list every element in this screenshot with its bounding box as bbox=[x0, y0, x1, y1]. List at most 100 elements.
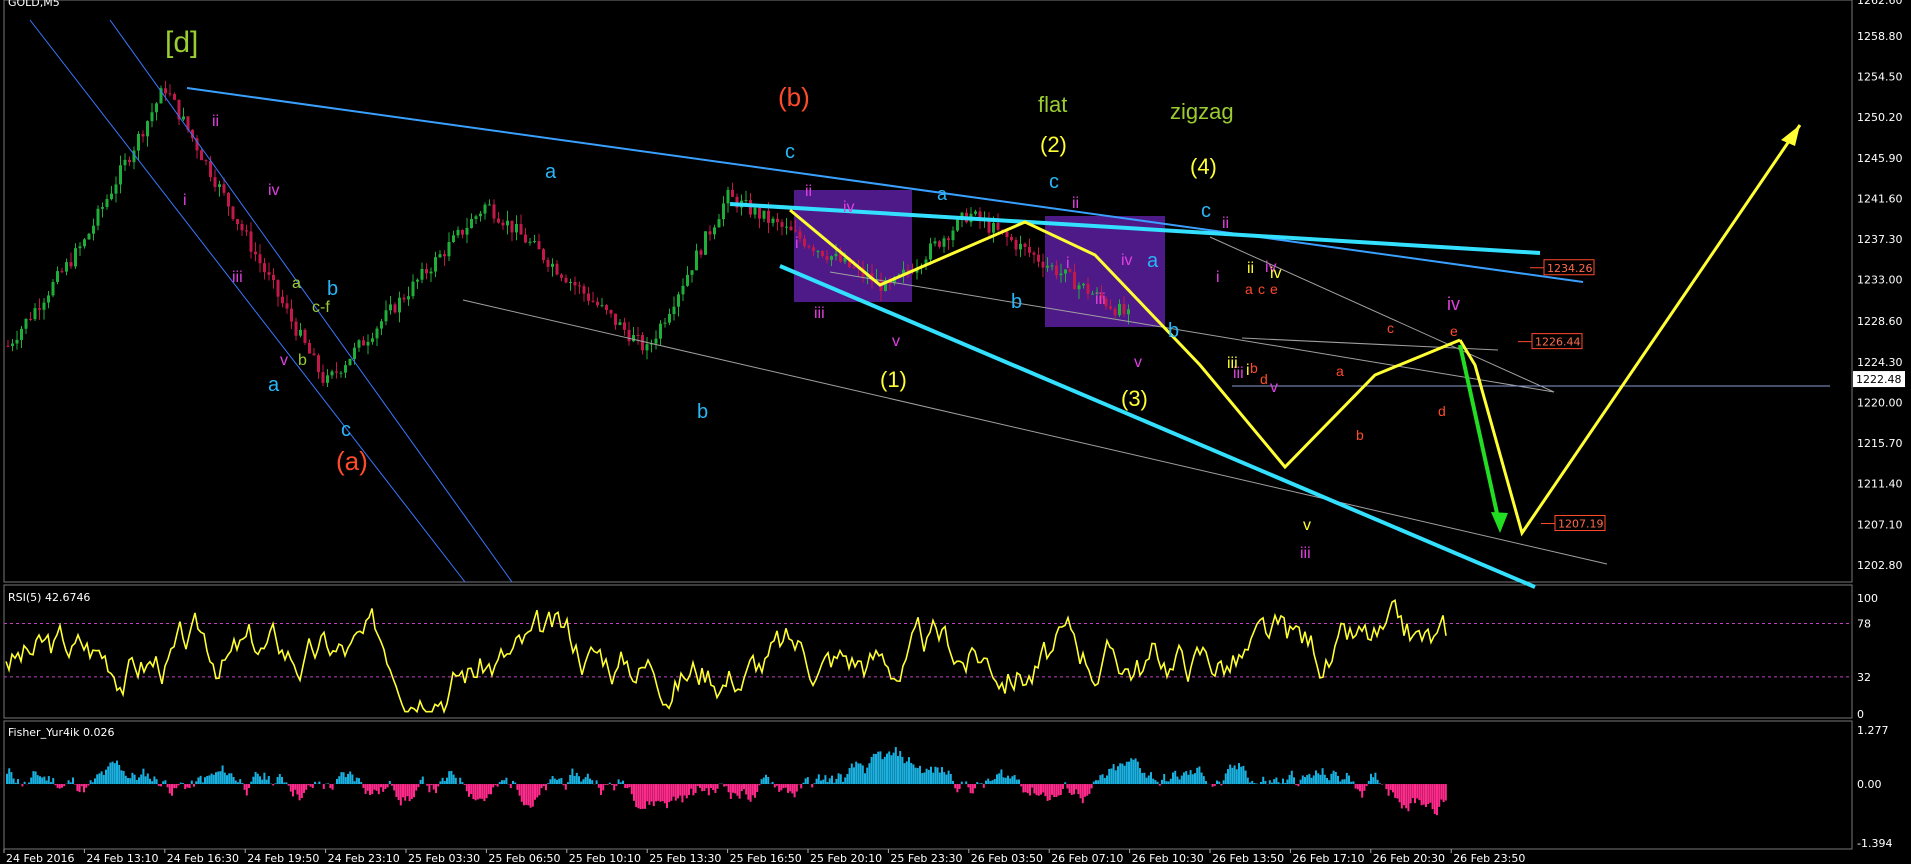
candle-body bbox=[681, 285, 685, 295]
candle-body bbox=[1113, 308, 1117, 316]
fisher-bar bbox=[1255, 783, 1258, 785]
candle-body bbox=[87, 233, 91, 240]
price-chart[interactable]: GOLD,M5 1262.60 1258.80 1254.50 1250.20 1245… bbox=[0, 0, 1911, 864]
fisher-bar bbox=[1354, 784, 1357, 789]
price-tick: 1224.30 bbox=[1857, 356, 1903, 369]
fisher-bar bbox=[459, 777, 462, 785]
fisher-bar bbox=[681, 784, 684, 803]
candle-body bbox=[348, 358, 352, 366]
fisher-bar bbox=[1411, 784, 1414, 798]
wave-label: iv bbox=[843, 199, 855, 216]
fisher-bar bbox=[1015, 779, 1018, 785]
fisher-bar bbox=[487, 784, 490, 795]
fisher-bar bbox=[338, 776, 341, 785]
fisher-bar bbox=[602, 784, 605, 791]
fisher-bar bbox=[765, 774, 767, 785]
fisher-bar bbox=[252, 776, 255, 785]
fisher-bar bbox=[1352, 781, 1355, 785]
candle-body bbox=[749, 200, 752, 215]
fisher-bar bbox=[1042, 784, 1045, 793]
fisher-bar bbox=[450, 770, 453, 785]
fisher-bar bbox=[1110, 768, 1113, 785]
wave-label: ii bbox=[1072, 195, 1079, 212]
candle-body bbox=[479, 213, 482, 217]
fisher-bar bbox=[822, 779, 825, 785]
candle-body bbox=[78, 246, 82, 249]
candle-body bbox=[42, 302, 46, 310]
candle-body bbox=[420, 268, 424, 280]
fisher-bar bbox=[976, 782, 979, 785]
fisher-bar bbox=[1271, 782, 1273, 785]
wave-label: c-f bbox=[312, 299, 330, 316]
fisher-bar bbox=[1427, 784, 1430, 805]
candle-body bbox=[321, 372, 325, 383]
fisher-bar bbox=[1007, 775, 1009, 785]
candle-body bbox=[110, 193, 113, 200]
fisher-bar bbox=[1194, 773, 1196, 785]
time-tick: 25 Feb 23:30 bbox=[890, 852, 962, 864]
fisher-bar bbox=[1420, 784, 1423, 806]
fisher-bar bbox=[34, 771, 37, 785]
fisher-bar bbox=[364, 784, 367, 794]
wave-label: iv bbox=[268, 182, 280, 199]
fisher-bar bbox=[705, 784, 708, 789]
fisher-bar bbox=[806, 777, 809, 785]
candle-body bbox=[578, 285, 581, 287]
fisher-bar bbox=[131, 772, 134, 785]
candle-body bbox=[326, 375, 329, 383]
candle-body bbox=[128, 159, 131, 163]
fisher-bar bbox=[289, 784, 292, 792]
projection-path-yellow bbox=[1458, 124, 1802, 537]
fisher-bar bbox=[1055, 784, 1058, 798]
fisher-bar bbox=[1150, 772, 1152, 785]
fisher-bar bbox=[1326, 778, 1328, 785]
fisher-bar bbox=[122, 770, 125, 785]
candle-body bbox=[767, 210, 770, 223]
fisher-bar bbox=[463, 784, 466, 785]
fisher-bar bbox=[322, 784, 325, 789]
candle-body bbox=[668, 313, 671, 323]
fisher-bar bbox=[692, 784, 695, 796]
candle-body bbox=[254, 251, 257, 255]
candle-body bbox=[308, 342, 311, 354]
fisher-bar bbox=[195, 781, 198, 785]
price-tick: 1245.90 bbox=[1857, 152, 1903, 165]
candle-body bbox=[222, 184, 226, 193]
fisher-bar bbox=[663, 784, 666, 804]
fisher-bar bbox=[146, 773, 149, 785]
fisher-bar bbox=[285, 782, 288, 785]
fisher-bar bbox=[714, 784, 717, 794]
fisher-bar bbox=[157, 784, 160, 786]
fisher-bar bbox=[23, 781, 26, 785]
candle-body bbox=[276, 280, 280, 297]
fisher-bar bbox=[1249, 782, 1251, 785]
fisher-bar bbox=[1220, 784, 1223, 786]
fisher-bar bbox=[1238, 763, 1240, 785]
fisher-bar bbox=[725, 784, 728, 786]
price-tick: 1250.20 bbox=[1857, 111, 1903, 124]
fisher-bar bbox=[1156, 781, 1159, 785]
fisher-bar bbox=[802, 782, 805, 785]
fisher-bar bbox=[1392, 784, 1394, 793]
candle-body bbox=[560, 274, 563, 278]
fisher-bar bbox=[1202, 776, 1205, 785]
fisher-bar bbox=[776, 784, 778, 786]
fisher-bar bbox=[1106, 775, 1108, 785]
fisher-bar bbox=[1037, 784, 1040, 796]
fisher-bar bbox=[388, 781, 391, 785]
wave-label: c bbox=[1258, 281, 1265, 297]
time-tick: 26 Feb 23:50 bbox=[1453, 852, 1525, 864]
candle-body bbox=[249, 231, 253, 252]
candle-body bbox=[1019, 243, 1022, 250]
fisher-bar bbox=[1436, 784, 1438, 816]
candle-body bbox=[785, 226, 788, 228]
fisher-bar bbox=[1163, 774, 1166, 785]
fisher-bar bbox=[318, 781, 321, 785]
fisher-bar bbox=[595, 780, 598, 785]
candle-body bbox=[114, 184, 118, 194]
fisher-bar bbox=[28, 782, 30, 785]
candle-body bbox=[636, 335, 640, 337]
fisher-bar bbox=[868, 763, 871, 785]
wave-label: c bbox=[341, 419, 351, 441]
candle-body bbox=[447, 241, 451, 257]
